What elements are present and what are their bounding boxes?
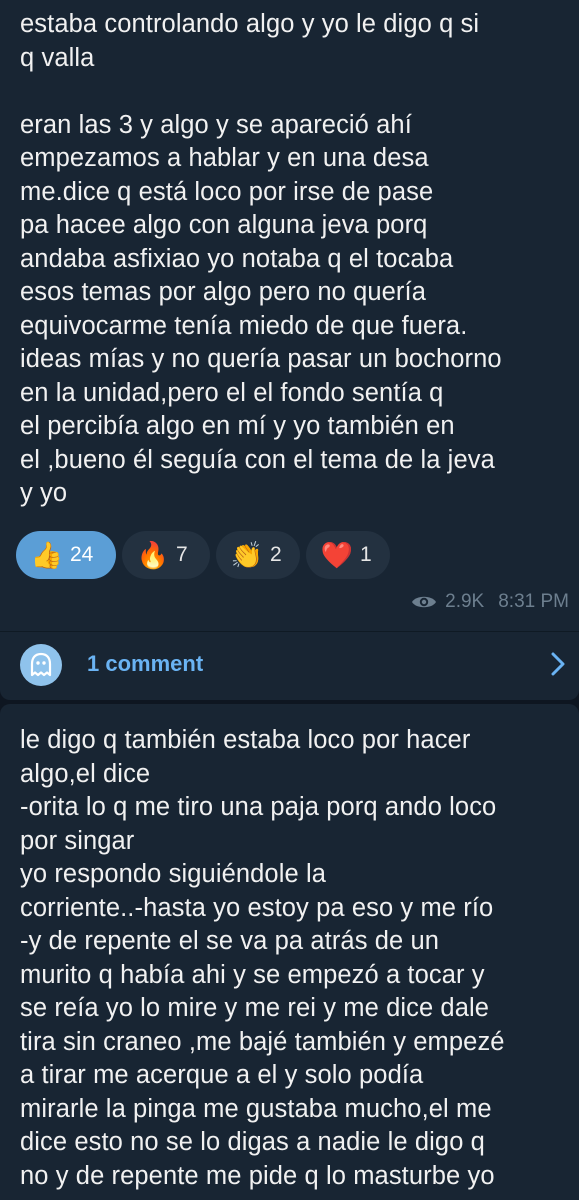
reaction-count: 7 [176,543,188,566]
reaction-fire[interactable]: 🔥 7 [122,531,210,579]
reaction-clap[interactable]: 👏 2 [216,531,300,579]
divider [0,631,579,632]
message-text: estaba controlando algo y yo le digo q s… [20,10,502,507]
reaction-count: 1 [360,543,372,566]
reaction-count: 24 [70,543,94,566]
chevron-right-icon [551,652,565,681]
message-text: le digo q también estaba loco por hacer … [20,726,505,1190]
heart-icon: ❤️ [320,540,354,570]
reaction-thumbs-up[interactable]: 👍 24 [16,531,116,579]
message-meta: 2.9K 8:31 PM [411,590,569,614]
comments-label: 1 comment [87,651,204,676]
thumbs-up-icon: 👍 [30,540,64,570]
clapping-hands-icon: 👏 [230,540,264,570]
message-time: 8:31 PM [498,591,569,612]
view-count: 2.9K [445,591,485,612]
channel-post: estaba controlando algo y yo le digo q s… [0,0,579,700]
comments-button[interactable]: 1 comment [0,634,579,694]
reaction-heart[interactable]: ❤️ 1 [306,531,390,579]
channel-post: le digo q también estaba loco por hacer … [0,704,579,1200]
reaction-count: 2 [270,543,282,566]
fire-icon: 🔥 [136,540,170,570]
eye-icon [411,593,437,611]
ghost-icon [20,644,62,686]
